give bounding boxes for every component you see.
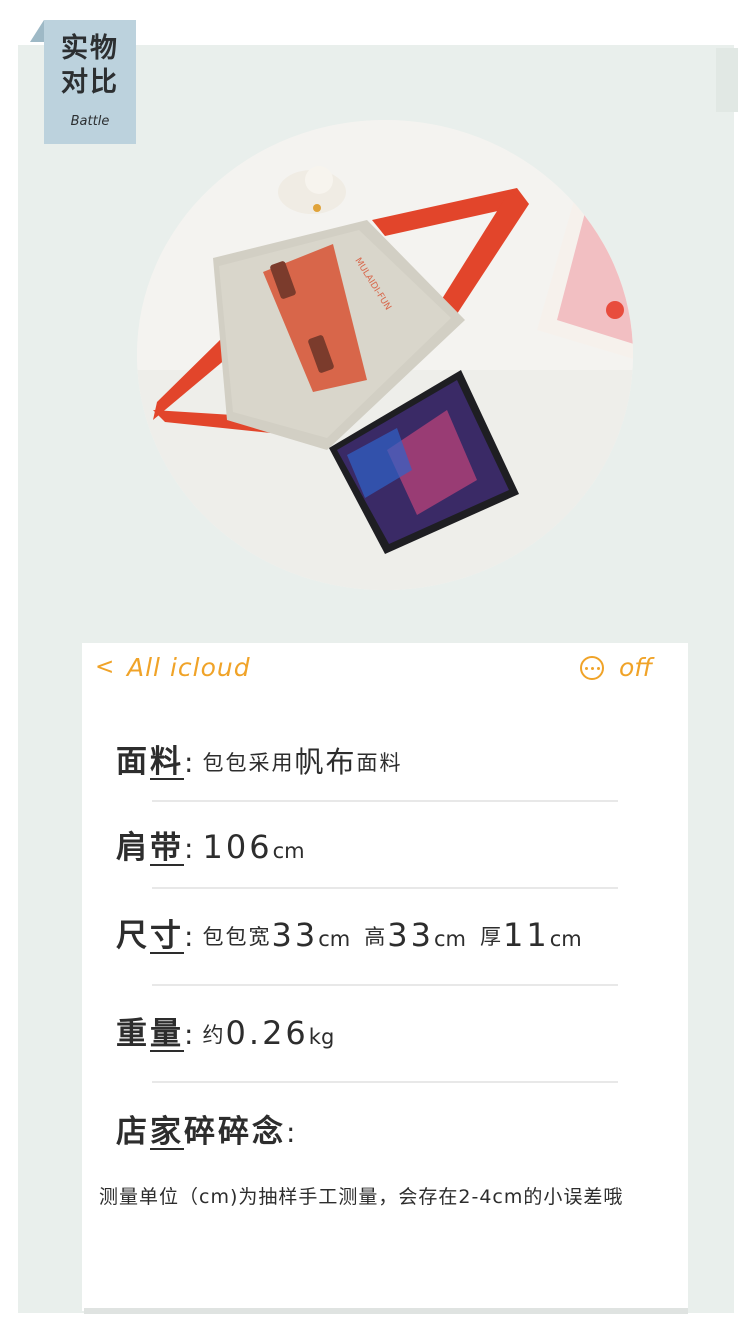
- strap-value: 106: [202, 828, 273, 866]
- tag-title: 实物 对比: [61, 33, 119, 98]
- back-link[interactable]: All icloud: [127, 653, 251, 682]
- strap-unit: cm: [272, 839, 305, 863]
- notes-label: 店家碎碎念: [116, 1114, 286, 1150]
- strap-row: 肩带: 106cm: [116, 828, 305, 866]
- notes-row: 店家碎碎念:: [116, 1114, 296, 1150]
- off-button[interactable]: off: [619, 653, 652, 682]
- size-height-label: 高: [364, 925, 388, 949]
- material-row: 面料: 包包采用帆布面料: [116, 744, 403, 780]
- battle-tag: 实物 对比 Battle: [44, 20, 136, 144]
- measurement-note: 测量单位（cm)为抽样手工测量，会存在2-4cm的小误差哦: [99, 1186, 624, 1208]
- divider: [152, 887, 618, 889]
- tag-subtitle: Battle: [70, 114, 110, 129]
- size-width-value: 33: [271, 916, 319, 954]
- material-label: 面料: [116, 744, 184, 780]
- divider: [152, 984, 618, 986]
- weight-unit: kg: [308, 1025, 335, 1049]
- divider: [152, 1081, 618, 1083]
- material-highlight: 帆布: [294, 745, 357, 779]
- more-options-icon[interactable]: [580, 656, 604, 680]
- weight-prefix: 约: [202, 1023, 226, 1047]
- decorative-stripe: [716, 48, 738, 112]
- size-row: 尺寸: 包包宽33cm 高33cm 厚11cm: [116, 916, 582, 954]
- weight-value: 0.26: [225, 1014, 309, 1052]
- size-width-label: 包包宽: [202, 925, 272, 949]
- card-shadow: [84, 1308, 688, 1314]
- size-height-value: 33: [387, 916, 434, 954]
- strap-label: 肩带: [116, 830, 184, 866]
- product-photo: MULAIDI-FUN: [137, 120, 633, 590]
- material-text: 包包采用: [202, 751, 295, 775]
- size-depth-label: 厚: [480, 925, 503, 949]
- material-suffix: 面料: [356, 751, 403, 775]
- divider: [152, 800, 618, 802]
- size-depth-value: 11: [503, 916, 550, 954]
- tag-fold: [30, 20, 44, 42]
- weight-row: 重量: 约0.26kg: [116, 1014, 335, 1052]
- size-label: 尺寸: [116, 918, 184, 954]
- weight-label: 重量: [116, 1016, 184, 1052]
- back-chevron-icon[interactable]: <: [95, 654, 114, 680]
